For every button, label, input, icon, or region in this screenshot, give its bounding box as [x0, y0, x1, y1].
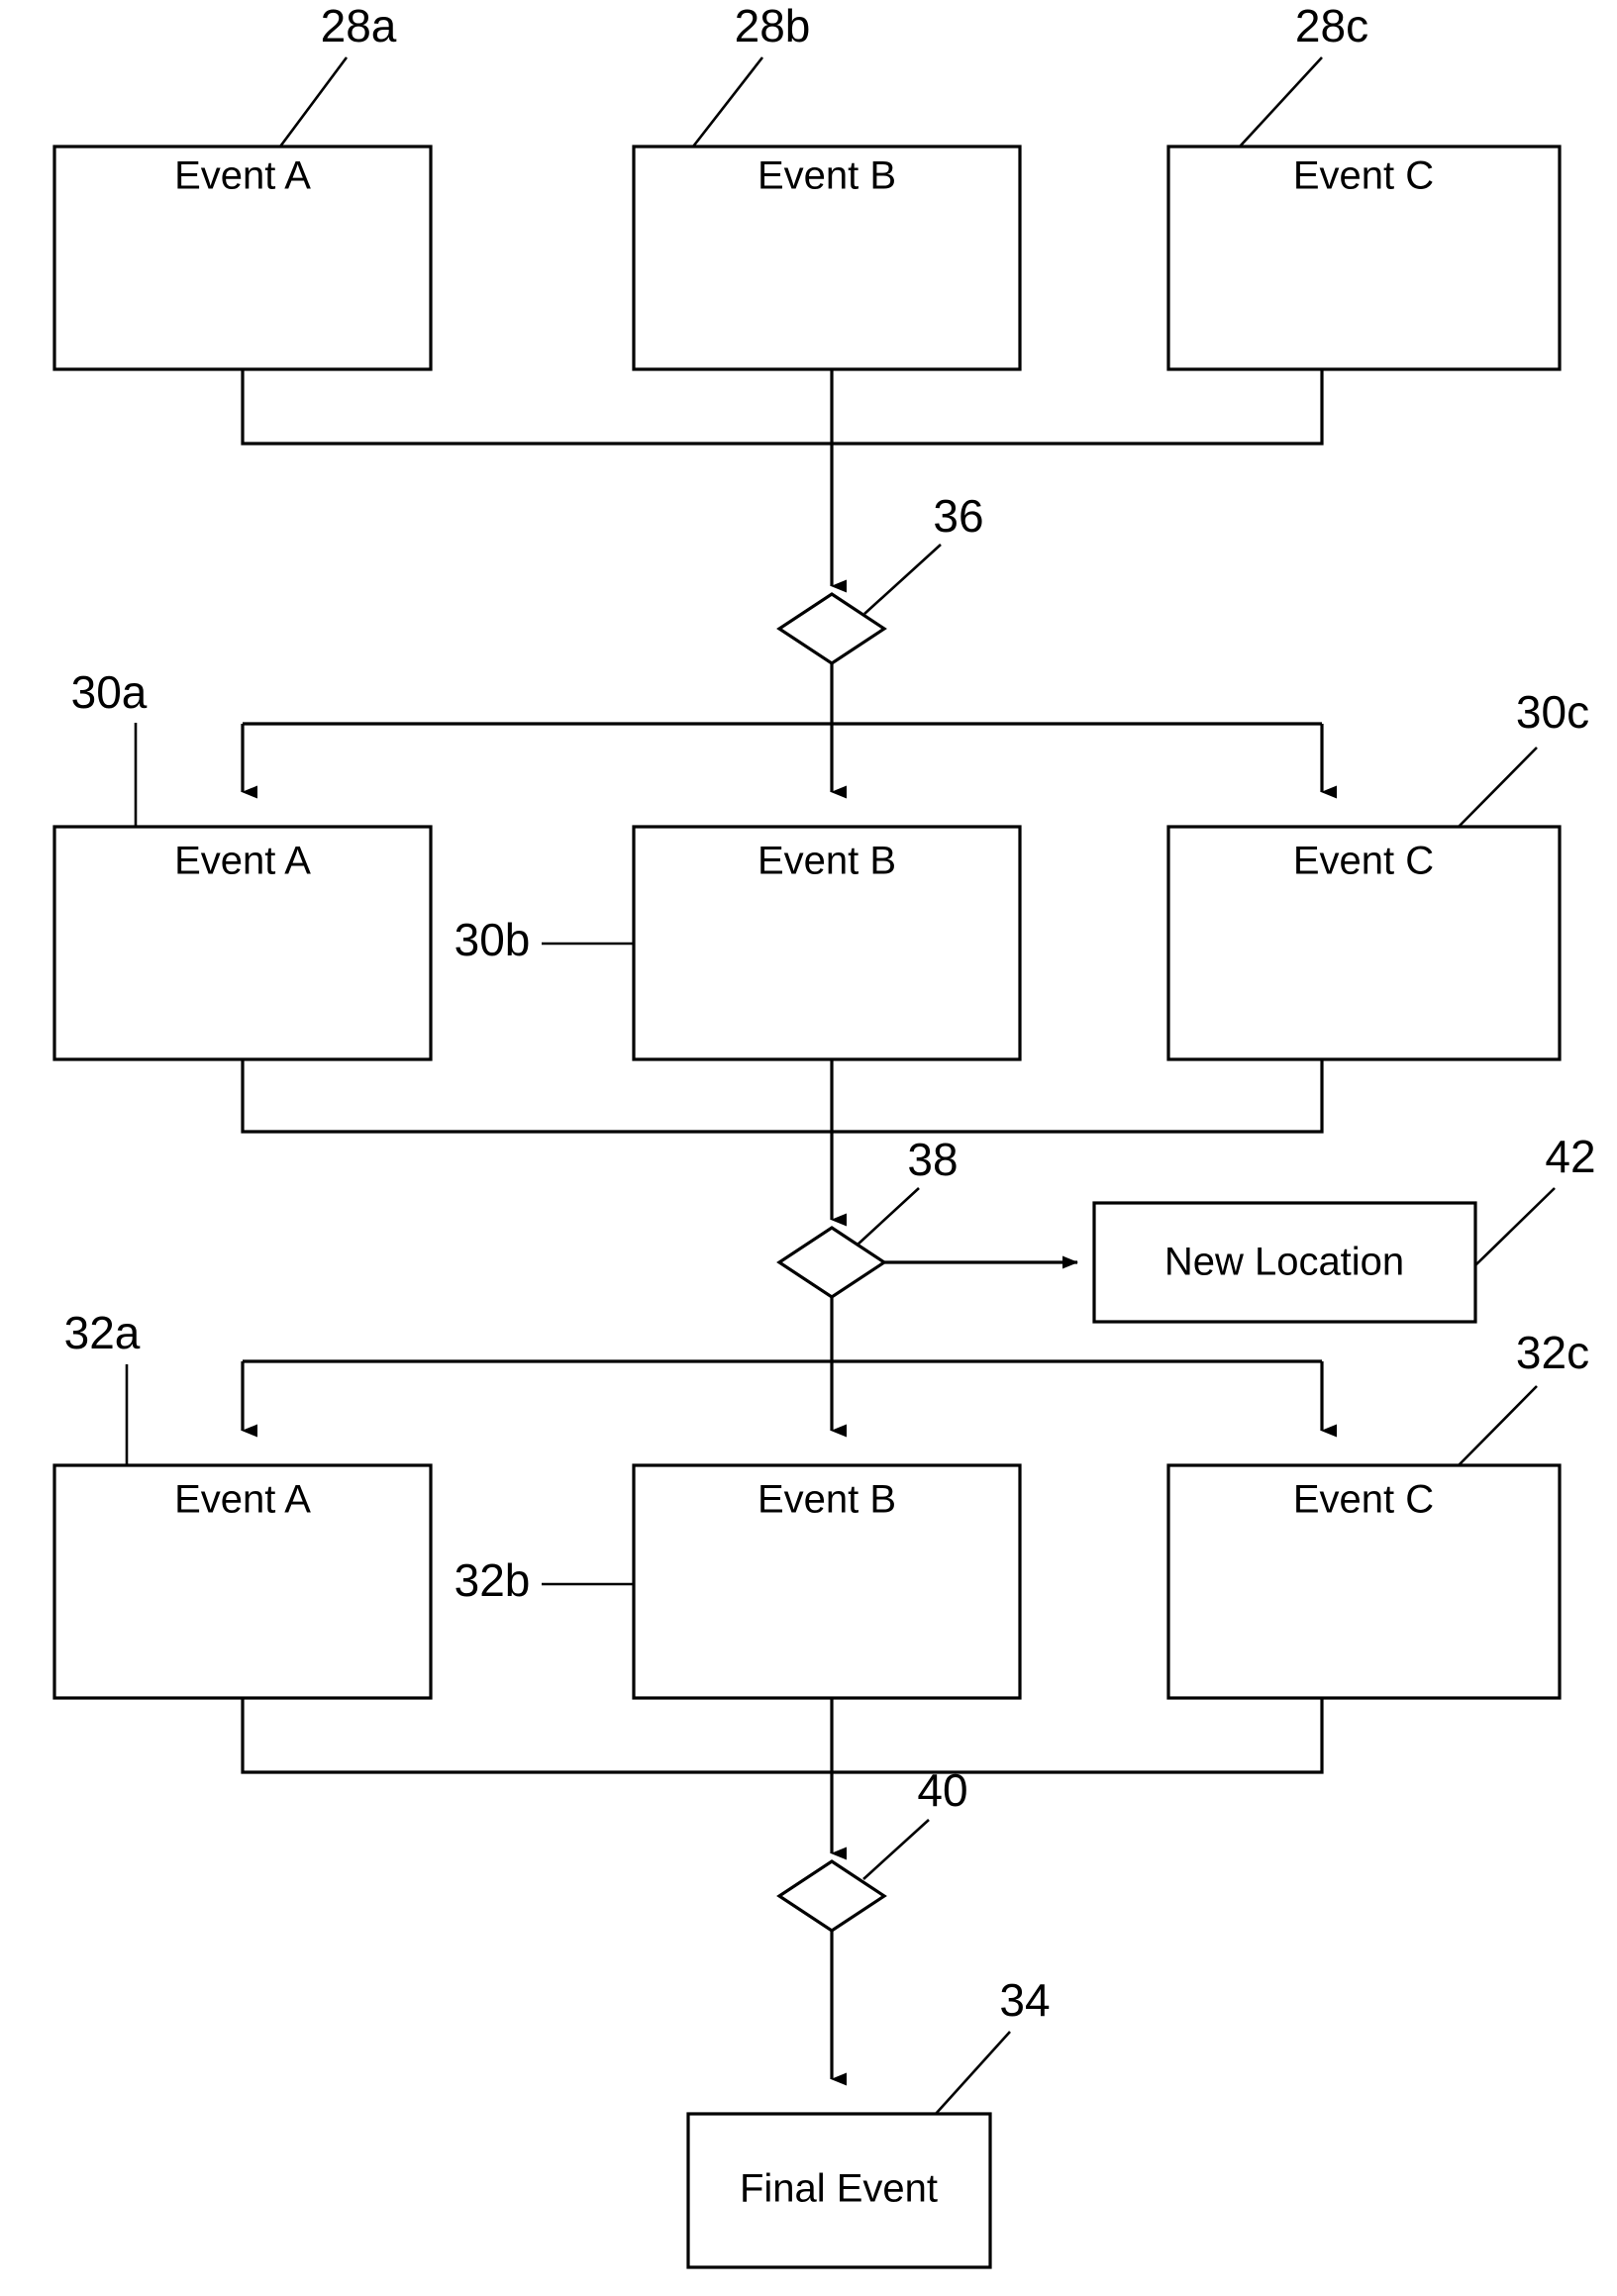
ref-label-30c: 30c: [1516, 686, 1589, 738]
leader-30c: [1458, 747, 1538, 828]
leader-34: [935, 2031, 1011, 2115]
node-label-new-location: New Location: [1164, 1241, 1404, 1284]
node-30a[interactable]: Event A: [52, 825, 433, 1061]
leader-28b: [691, 56, 764, 148]
node-label-30a: Event A: [174, 840, 311, 883]
decision-40[interactable]: [776, 1859, 887, 1933]
ref-label-28c: 28c: [1295, 0, 1368, 51]
node-label-32c: Event C: [1293, 1478, 1434, 1522]
ref-label-38: 38: [907, 1134, 958, 1185]
merge-bus-row2: [241, 1059, 1324, 1134]
leader-42: [1474, 1187, 1556, 1266]
ref-label-30b: 30b: [455, 914, 531, 965]
decision-36[interactable]: [776, 592, 887, 665]
decision-38[interactable]: [776, 1226, 887, 1299]
leader-38: [856, 1187, 920, 1247]
leader-32c: [1458, 1385, 1538, 1466]
merge-bus-row1: [241, 369, 1324, 446]
node-label-28a: Event A: [174, 154, 311, 198]
node-label-final-event: Final Event: [740, 2167, 938, 2211]
ref-label-32b: 32b: [455, 1554, 531, 1606]
node-28a[interactable]: Event A: [52, 145, 433, 371]
leader-28c: [1239, 56, 1323, 148]
ref-label-30a: 30a: [71, 666, 148, 718]
decision-diamond-40[interactable]: [776, 1859, 887, 1933]
decision-diamond-36[interactable]: [776, 592, 887, 665]
leader-36: [863, 544, 942, 615]
leader-28a: [278, 56, 349, 148]
ref-label-28b: 28b: [735, 0, 811, 51]
node-label-30b: Event B: [758, 840, 896, 883]
node-30c[interactable]: Event C: [1166, 825, 1562, 1061]
ref-label-32a: 32a: [64, 1307, 141, 1358]
leader-40: [862, 1819, 930, 1880]
node-34-final-event[interactable]: Final Event: [686, 2112, 992, 2269]
node-28c[interactable]: Event C: [1166, 145, 1562, 371]
ref-label-36: 36: [933, 490, 983, 542]
ref-label-42: 42: [1545, 1131, 1595, 1182]
node-label-28b: Event B: [758, 154, 896, 198]
ref-label-40: 40: [917, 1764, 967, 1816]
ref-label-32c: 32c: [1516, 1327, 1589, 1378]
node-label-30c: Event C: [1293, 840, 1434, 883]
node-32c[interactable]: Event C: [1166, 1463, 1562, 1700]
node-32b[interactable]: Event B: [632, 1463, 1022, 1700]
ref-label-28a: 28a: [321, 0, 397, 51]
node-label-32b: Event B: [758, 1478, 896, 1522]
node-30b[interactable]: Event B: [632, 825, 1022, 1061]
flowchart-svg: Event A Event B Event C 28a 28b 28c 36 E…: [52, 0, 1596, 2269]
node-42-new-location[interactable]: New Location: [1092, 1201, 1477, 1324]
node-label-28c: Event C: [1293, 154, 1434, 198]
diagram-canvas: Event A Event B Event C 28a 28b 28c 36 E…: [0, 0, 1617, 2296]
node-label-32a: Event A: [174, 1478, 311, 1522]
ref-label-34: 34: [999, 1974, 1050, 2026]
node-32a[interactable]: Event A: [52, 1463, 433, 1700]
node-28b[interactable]: Event B: [632, 145, 1022, 371]
merge-bus-row3: [241, 1698, 1324, 1774]
decision-diamond-38[interactable]: [776, 1226, 887, 1299]
